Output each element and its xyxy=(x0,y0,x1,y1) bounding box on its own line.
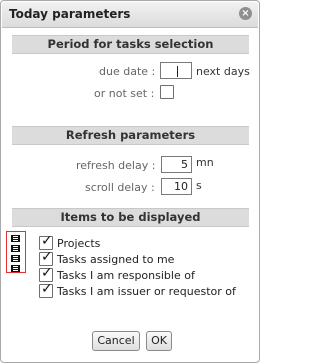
item-label: Tasks I am responsible of xyxy=(57,269,195,282)
item-label: Tasks I am issuer or requestor of xyxy=(57,285,236,298)
today-parameters-dialog: Today parameters × Period for tasks sele… xyxy=(0,0,260,363)
item-checkbox-responsible[interactable]: ✓ xyxy=(39,265,53,282)
drag-handles-group xyxy=(6,231,26,273)
close-icon[interactable]: × xyxy=(239,7,252,20)
ok-button[interactable]: OK xyxy=(146,331,172,351)
due-date-label: due date : xyxy=(99,65,156,78)
dialog-title: Today parameters xyxy=(9,7,131,21)
section-header-refresh: Refresh parameters xyxy=(12,126,249,145)
drag-handle-icon[interactable] xyxy=(11,255,20,262)
drag-handle-icon[interactable] xyxy=(11,235,20,242)
drag-handle-icon[interactable] xyxy=(11,265,20,272)
drag-handle-icon[interactable] xyxy=(11,245,20,252)
due-date-unit: next days xyxy=(196,65,250,78)
item-checkbox-projects[interactable]: ✓ xyxy=(39,233,53,250)
check-icon: ✓ xyxy=(41,265,53,281)
not-set-label: or not set : xyxy=(94,87,155,100)
scroll-delay-unit: s xyxy=(196,179,202,192)
refresh-delay-unit: mn xyxy=(196,156,214,169)
check-icon: ✓ xyxy=(41,281,53,297)
not-set-checkbox[interactable] xyxy=(160,85,174,99)
dialog-titlebar[interactable]: Today parameters × xyxy=(2,2,258,28)
item-label: Projects xyxy=(57,237,101,250)
item-label: Tasks assigned to me xyxy=(57,253,175,266)
item-checkbox-issuer[interactable]: ✓ xyxy=(39,281,53,298)
check-icon: ✓ xyxy=(41,233,53,249)
check-icon: ✓ xyxy=(41,249,53,265)
section-header-period: Period for tasks selection xyxy=(12,35,249,54)
refresh-delay-input[interactable]: 5 xyxy=(161,156,192,173)
refresh-delay-label: refresh delay : xyxy=(76,159,156,172)
section-header-items: Items to be displayed xyxy=(12,208,249,227)
scroll-delay-label: scroll delay : xyxy=(85,181,155,194)
cancel-button[interactable]: Cancel xyxy=(92,331,140,351)
text-cursor xyxy=(177,66,178,77)
due-date-input[interactable] xyxy=(160,62,192,79)
item-checkbox-assigned[interactable]: ✓ xyxy=(39,249,53,266)
scroll-delay-input[interactable]: 10 xyxy=(161,178,192,195)
